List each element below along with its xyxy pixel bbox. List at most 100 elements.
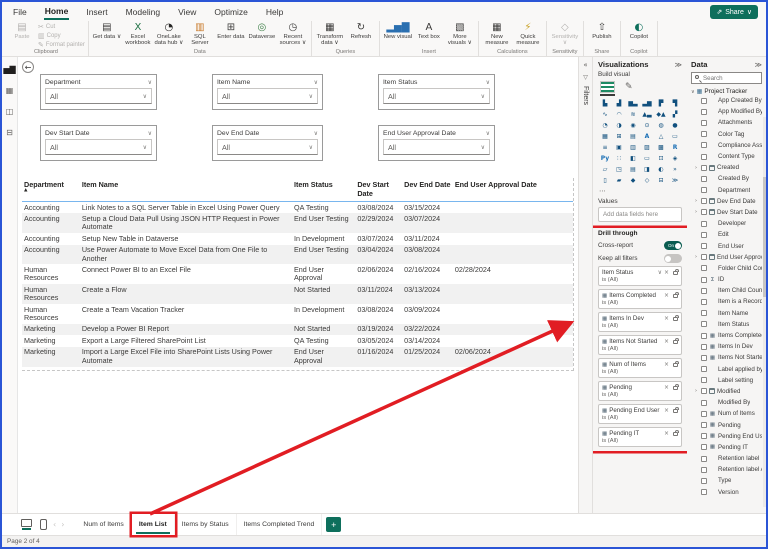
page-tab-items-completed-trend[interactable]: Items Completed Trend [237, 514, 323, 535]
field-item-item-is-a-record[interactable]: Item is a Record [691, 296, 762, 307]
format-visual-tab[interactable]: ✎ [625, 81, 633, 96]
web-layout-button[interactable] [21, 519, 32, 530]
chevron-right-icon[interactable]: › [695, 198, 699, 204]
column-header-dev-start-date[interactable]: Dev Start Date [355, 178, 402, 202]
field-checkbox[interactable] [701, 344, 707, 350]
field-checkbox[interactable] [701, 333, 707, 339]
field-item-item-child-count[interactable]: Item Child Count [691, 285, 762, 296]
field-checkbox[interactable] [701, 232, 707, 238]
table-row[interactable]: Human ResourcesCreate a FlowNot Started0… [22, 284, 573, 304]
field-item-app-created-by[interactable]: App Created By [691, 95, 762, 106]
field-item-department[interactable]: Department [691, 185, 762, 196]
slicer-dropdown[interactable]: All∨ [217, 88, 318, 104]
field-item-developer[interactable]: Developer [691, 218, 762, 229]
field-checkbox[interactable] [701, 165, 707, 171]
menu-tab-optimize[interactable]: Optimize [213, 5, 249, 19]
field-checkbox[interactable] [701, 299, 707, 305]
visual-type-icon-40[interactable]: ◐ [654, 164, 668, 175]
ribbon-button-copy[interactable]: ▥Copy [38, 32, 85, 40]
lock-icon[interactable] [673, 432, 678, 436]
menu-tab-home[interactable]: Home [44, 4, 70, 20]
field-checkbox[interactable] [701, 422, 707, 428]
slicer-dropdown[interactable]: All∨ [383, 139, 490, 155]
visual-type-icon-25[interactable]: ▣ [612, 142, 626, 153]
table-row[interactable]: AccountingSetup New Table in DataverseIn… [22, 233, 573, 244]
field-item-id[interactable]: ΣID [691, 274, 762, 285]
visual-type-icon-38[interactable]: ▤ [626, 164, 640, 175]
field-checkbox[interactable] [701, 176, 707, 182]
lock-icon[interactable] [673, 386, 678, 390]
visual-type-icon-8[interactable]: ≋ [626, 109, 640, 120]
field-item-items-completed[interactable]: ▦Items Completed [691, 330, 762, 341]
field-checkbox[interactable] [701, 109, 707, 115]
visual-type-icon-11[interactable]: ▞ [668, 109, 682, 120]
ribbon-button-quick-measure[interactable]: ⚡Quick measure [513, 22, 543, 47]
chevron-down-icon[interactable]: ∨ [658, 269, 662, 276]
table-row[interactable]: MarketingImport a Large Excel File into … [22, 347, 573, 367]
visual-type-icon-44[interactable]: ◆ [626, 175, 640, 186]
menu-tab-view[interactable]: View [177, 5, 197, 19]
cross-report-toggle[interactable]: On [664, 241, 682, 250]
expand-filters-icon[interactable]: « [583, 61, 587, 69]
drill-filter-card-items-not-started[interactable]: ▦Items Not Started×is (All) [598, 335, 682, 355]
ribbon-button-excel-workbook[interactable]: XExcel workbook [123, 22, 153, 47]
field-item-label-applied-by[interactable]: Label applied by [691, 364, 762, 375]
remove-filter-icon[interactable]: × [664, 269, 669, 276]
field-item-end-user[interactable]: End User [691, 240, 762, 251]
ribbon-button-onelake-data-hub-[interactable]: ◔OneLake data hub ∨ [154, 22, 184, 47]
visual-type-icon-23[interactable]: ▭ [668, 131, 682, 142]
column-header-item-status[interactable]: Item Status [292, 178, 355, 202]
back-button[interactable]: ← [22, 61, 34, 73]
field-item-pending-end-user[interactable]: ▦Pending End User [691, 431, 762, 442]
chevron-down-icon[interactable]: ∨ [314, 130, 318, 137]
visual-type-icon-15[interactable]: ⊙ [640, 120, 654, 131]
next-page-icon[interactable]: › [61, 520, 64, 529]
chevron-right-icon[interactable]: › [695, 388, 699, 394]
visual-type-icon-10[interactable]: ◆▲ [654, 109, 668, 120]
field-checkbox[interactable] [701, 388, 707, 394]
field-checkbox[interactable] [701, 187, 707, 193]
visual-type-icon-45[interactable]: ◇ [640, 175, 654, 186]
lock-icon[interactable] [673, 271, 678, 275]
visual-type-icon-41[interactable]: » [668, 164, 682, 175]
visual-type-icon-20[interactable]: ▤ [626, 131, 640, 142]
ribbon-button-text-box[interactable]: AText box [414, 22, 444, 40]
table-row[interactable]: Human ResourcesCreate a Team Vacation Tr… [22, 304, 573, 324]
lock-icon[interactable] [673, 340, 678, 344]
slicer-dropdown[interactable]: All∨ [45, 139, 152, 155]
field-checkbox[interactable] [701, 478, 707, 484]
chevron-down-icon[interactable]: ∨ [486, 130, 490, 137]
chevron-down-icon[interactable]: ∨ [486, 79, 490, 86]
visual-type-icon-0[interactable]: ▙ [598, 98, 612, 109]
menu-tab-file[interactable]: File [12, 5, 28, 19]
field-item-item-status[interactable]: Item Status [691, 319, 762, 330]
field-checkbox[interactable] [701, 366, 707, 372]
ribbon-button-transform-data-[interactable]: ▦Transform data ∨ [315, 22, 345, 47]
field-checkbox[interactable] [701, 288, 707, 294]
ribbon-button-copilot[interactable]: ◐Copilot [624, 22, 654, 40]
slicer-dropdown[interactable]: All∨ [45, 88, 152, 104]
field-item-created-by[interactable]: Created By [691, 173, 762, 184]
field-checkbox[interactable] [701, 209, 707, 215]
ribbon-button-enter-data[interactable]: ⊞Enter data [216, 22, 246, 40]
field-checkbox[interactable] [701, 310, 707, 316]
visual-type-icon-30[interactable]: Py [598, 153, 612, 164]
ribbon-button-format-painter[interactable]: ✎Format painter [38, 41, 85, 49]
field-checkbox[interactable] [701, 277, 707, 283]
more-options-icon[interactable]: ⋯ [599, 187, 682, 195]
visual-type-icon-17[interactable]: ● [668, 120, 682, 131]
visual-type-icon-19[interactable]: ⊞ [612, 131, 626, 142]
table-row[interactable]: MarketingDevelop a Power BI ReportNot St… [22, 324, 573, 335]
visual-type-icon-22[interactable]: △ [654, 131, 668, 142]
field-item-pending[interactable]: ▦Pending [691, 419, 762, 430]
field-item-item-name[interactable]: Item Name [691, 308, 762, 319]
visual-type-icon-46[interactable]: ⊟ [654, 175, 668, 186]
slicer-dropdown[interactable]: All∨ [383, 88, 490, 104]
field-item-created[interactable]: ›Created [691, 162, 762, 173]
ribbon-button-get-data-[interactable]: ▤Get data ∨ [92, 22, 122, 40]
remove-filter-icon[interactable]: × [664, 430, 669, 437]
visual-type-icon-34[interactable]: ⊡ [654, 153, 668, 164]
field-item-attachments[interactable]: Attachments [691, 117, 762, 128]
visual-type-icon-35[interactable]: ◈ [668, 153, 682, 164]
field-search-box[interactable] [691, 72, 762, 84]
